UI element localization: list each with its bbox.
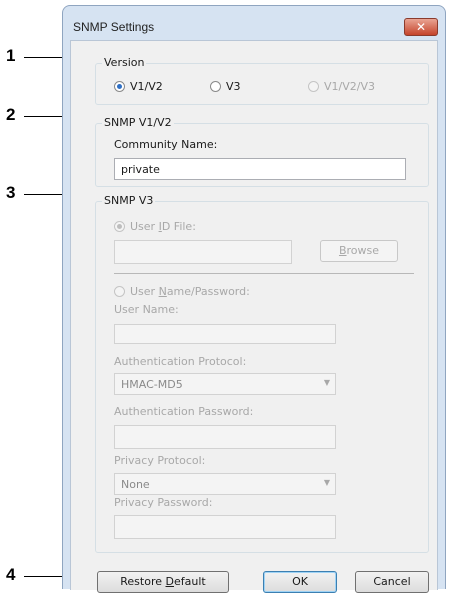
callout-2: 2 — [6, 105, 16, 124]
radio-v1v2v3-indicator — [308, 81, 319, 92]
radio-v3-label: V3 — [226, 80, 241, 93]
privacy-protocol-value: None — [121, 478, 150, 491]
auth-protocol-label: Authentication Protocol: — [114, 355, 247, 368]
radio-v1v2v3: V1/V2/V3 — [308, 80, 375, 93]
dialog-body: Version V1/V2 V3 V1/V2/V3 SNMP V1/V2 Com… — [70, 40, 438, 593]
user-name-label: User Name: — [114, 303, 179, 316]
radio-v1v2-label: V1/V2 — [130, 80, 163, 93]
radio-v3[interactable]: V3 — [210, 80, 241, 93]
radio-user-name-password-indicator — [114, 286, 125, 297]
user-name-input — [114, 324, 336, 344]
privacy-protocol-label: Privacy Protocol: — [114, 454, 206, 467]
radio-v1v2[interactable]: V1/V2 — [114, 80, 163, 93]
radio-v3-indicator[interactable] — [210, 81, 221, 92]
separator — [114, 273, 414, 274]
ok-button[interactable]: OK — [263, 571, 337, 593]
cancel-button[interactable]: Cancel — [355, 571, 429, 593]
callout-1: 1 — [6, 46, 16, 65]
radio-v1v2-indicator[interactable] — [114, 81, 125, 92]
privacy-password-input — [114, 515, 336, 539]
callout-3: 3 — [6, 183, 16, 202]
snmp-v1v2-group: SNMP V1/V2 Community Name: private — [95, 116, 429, 187]
radio-user-id-file-label: User ID File: — [130, 220, 196, 233]
auth-protocol-value: HMAC-MD5 — [121, 378, 183, 391]
snmp-v1v2-legend: SNMP V1/V2 — [102, 116, 174, 129]
privacy-password-label: Privacy Password: — [114, 496, 213, 509]
title-bar[interactable]: SNMP Settings ✕ — [63, 6, 445, 38]
radio-user-id-file: User ID File: — [114, 220, 196, 233]
snmp-v3-group: SNMP V3 User ID File: Browse User Name/P… — [95, 194, 429, 553]
version-group: Version V1/V2 V3 V1/V2/V3 — [95, 56, 429, 105]
radio-user-id-file-indicator — [114, 221, 125, 232]
restore-default-button[interactable]: Restore Default — [97, 571, 229, 593]
snmp-settings-dialog: SNMP Settings ✕ Version V1/V2 V3 V1/V2/V… — [62, 5, 446, 593]
auth-password-label: Authentication Password: — [114, 405, 254, 418]
radio-user-name-password: User Name/Password: — [114, 285, 250, 298]
version-legend: Version — [102, 56, 147, 69]
radio-user-name-password-label: User Name/Password: — [130, 285, 250, 298]
community-name-input[interactable]: private — [114, 158, 406, 180]
user-id-file-input — [114, 240, 292, 264]
auth-protocol-select: HMAC-MD5 ▼ — [114, 373, 336, 395]
callout-4: 4 — [6, 565, 16, 584]
dialog-title: SNMP Settings — [73, 20, 155, 34]
chevron-down-icon: ▼ — [323, 378, 330, 387]
chevron-down-icon: ▼ — [323, 478, 330, 487]
auth-password-input — [114, 425, 336, 449]
close-button[interactable]: ✕ — [404, 18, 438, 36]
privacy-protocol-select: None ▼ — [114, 473, 336, 495]
snmp-v3-legend: SNMP V3 — [102, 194, 156, 207]
close-icon: ✕ — [415, 20, 427, 34]
browse-button: Browse — [320, 240, 398, 262]
radio-v1v2v3-label: V1/V2/V3 — [324, 80, 375, 93]
community-name-label: Community Name: — [114, 138, 218, 151]
